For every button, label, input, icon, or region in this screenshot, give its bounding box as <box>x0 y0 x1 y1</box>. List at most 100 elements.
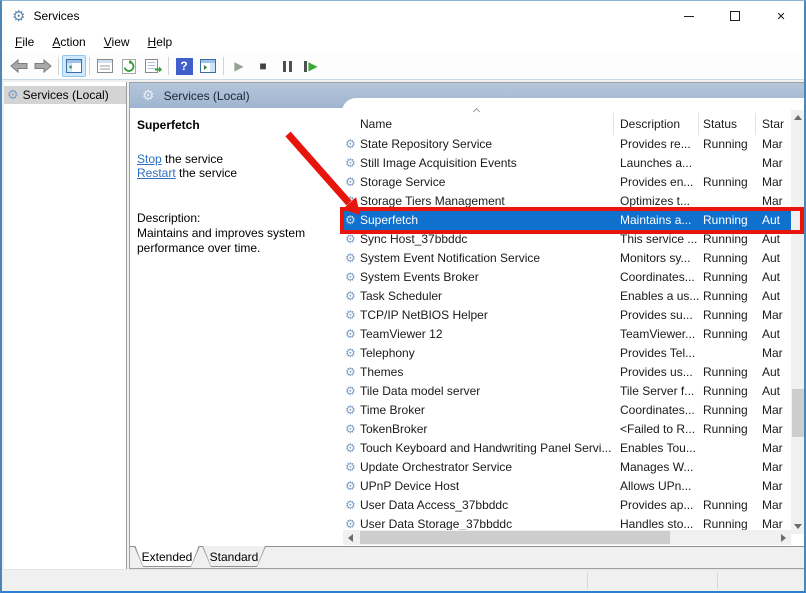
service-row[interactable]: ⚙ TeamViewer 12 TeamViewer... Running Au… <box>343 325 791 344</box>
scroll-right-icon <box>781 534 786 542</box>
service-startup-cell: Mar <box>762 460 783 474</box>
column-separator[interactable] <box>613 113 614 135</box>
pause-service-button[interactable] <box>275 55 299 77</box>
column-header-startup-type[interactable]: Star <box>762 117 784 131</box>
status-bar-divider <box>717 573 718 589</box>
tree-item-services-local[interactable]: ⚙ Services (Local) <box>4 86 126 104</box>
export-list-icon <box>145 59 162 73</box>
service-name-cell: Themes <box>360 365 403 379</box>
tab-extended[interactable]: Extended <box>134 546 200 567</box>
service-row[interactable]: ⚙ Time Broker Coordinates... Running Mar <box>343 401 791 420</box>
service-row[interactable]: ⚙ Storage Service Provides en... Running… <box>343 173 791 192</box>
start-service-button[interactable]: ▶ <box>227 55 251 77</box>
service-row[interactable]: ⚙ Superfetch Maintains a... Running Aut <box>343 211 791 230</box>
horizontal-scrollbar[interactable] <box>343 530 791 545</box>
service-name-cell: Superfetch <box>360 213 418 227</box>
service-description: Description: Maintains and improves syst… <box>137 211 327 256</box>
service-startup-cell: Aut <box>762 232 780 246</box>
service-rows: ⚙ State Repository Service Provides re..… <box>343 135 791 534</box>
stop-service-link[interactable]: Stop <box>137 152 162 166</box>
service-startup-cell: Mar <box>762 479 783 493</box>
show-console-tree-button[interactable] <box>62 55 86 77</box>
close-button[interactable]: × <box>758 1 804 31</box>
console-tree-panel: ⚙ Services (Local) <box>4 82 127 569</box>
service-description-cell: Provides re... <box>620 137 691 151</box>
column-header-description[interactable]: Description <box>620 117 680 131</box>
stop-service-icon: ■ <box>259 59 266 73</box>
service-status-cell: Running <box>703 251 748 265</box>
service-row[interactable]: ⚙ System Events Broker Coordinates... Ru… <box>343 268 791 287</box>
service-gear-icon: ⚙ <box>345 270 356 284</box>
service-gear-icon: ⚙ <box>345 289 356 303</box>
menu-item[interactable]: Action <box>43 32 94 52</box>
service-row[interactable]: ⚙ TCP/IP NetBIOS Helper Provides su... R… <box>343 306 791 325</box>
maximize-button[interactable] <box>712 1 758 31</box>
service-name-cell: Task Scheduler <box>360 289 442 303</box>
service-description-cell: TeamViewer... <box>620 327 695 341</box>
service-gear-icon: ⚙ <box>345 308 356 322</box>
sort-ascending-icon <box>474 109 481 116</box>
help-button[interactable]: ? <box>172 55 196 77</box>
restart-service-link[interactable]: Restart <box>137 166 176 180</box>
menu-bar: FileActionViewHelp <box>2 31 804 53</box>
service-row[interactable]: ⚙ Update Orchestrator Service Manages W.… <box>343 458 791 477</box>
show-action-pane-button[interactable] <box>196 55 220 77</box>
service-row[interactable]: ⚙ Storage Tiers Management Optimizes t..… <box>343 192 791 211</box>
service-status-cell: Running <box>703 270 748 284</box>
service-row[interactable]: ⚙ Themes Provides us... Running Aut <box>343 363 791 382</box>
service-name-cell: TeamViewer 12 <box>360 327 443 341</box>
stop-service-button[interactable]: ■ <box>251 55 275 77</box>
service-description-cell: Maintains a... <box>620 213 691 227</box>
scroll-up-button[interactable] <box>791 110 805 125</box>
selected-service-name: Superfetch <box>137 118 200 132</box>
service-gear-icon: ⚙ <box>345 403 356 417</box>
refresh-button[interactable] <box>117 55 141 77</box>
export-list-button[interactable] <box>141 55 165 77</box>
properties-button[interactable] <box>93 55 117 77</box>
service-row[interactable]: ⚙ TokenBroker <Failed to R... Running Ma… <box>343 420 791 439</box>
service-gear-icon: ⚙ <box>345 384 356 398</box>
service-status-cell: Running <box>703 327 748 341</box>
scroll-down-button[interactable] <box>791 519 805 534</box>
service-row[interactable]: ⚙ Sync Host_37bbddc This service ... Run… <box>343 230 791 249</box>
menu-item[interactable]: View <box>95 32 139 52</box>
service-description-cell: Coordinates... <box>620 403 695 417</box>
service-row[interactable]: ⚙ Tile Data model server Tile Server f..… <box>343 382 791 401</box>
forward-button[interactable] <box>31 55 55 77</box>
service-gear-icon: ⚙ <box>345 232 356 246</box>
service-row[interactable]: ⚙ Touch Keyboard and Handwriting Panel S… <box>343 439 791 458</box>
column-header-status[interactable]: Status <box>703 117 737 131</box>
service-row[interactable]: ⚙ Telephony Provides Tel... Mar <box>343 344 791 363</box>
app-gear-icon: ⚙ <box>12 7 25 25</box>
horizontal-scroll-thumb[interactable] <box>360 531 670 544</box>
scroll-left-button[interactable] <box>343 530 358 545</box>
service-description-cell: Manages W... <box>620 460 693 474</box>
service-startup-cell: Mar <box>762 346 783 360</box>
main-panel: ⚙ Services (Local) Superfetch Stop the s… <box>129 82 806 569</box>
service-gear-icon: ⚙ <box>345 479 356 493</box>
service-row[interactable]: ⚙ Task Scheduler Enables a us... Running… <box>343 287 791 306</box>
window-controls: × <box>666 1 804 31</box>
column-separator[interactable] <box>698 113 699 135</box>
service-row[interactable]: ⚙ State Repository Service Provides re..… <box>343 135 791 154</box>
menu-item[interactable]: File <box>6 32 43 52</box>
service-row[interactable]: ⚙ UPnP Device Host Allows UPn... Mar <box>343 477 791 496</box>
service-row[interactable]: ⚙ System Event Notification Service Moni… <box>343 249 791 268</box>
restart-service-button[interactable]: ▶ <box>299 55 323 77</box>
service-row[interactable]: ⚙ User Data Access_37bbddc Provides ap..… <box>343 496 791 515</box>
column-separator[interactable] <box>755 113 756 135</box>
column-header-name[interactable]: Name <box>360 117 392 131</box>
back-button[interactable] <box>7 55 31 77</box>
scroll-right-button[interactable] <box>776 530 791 545</box>
tab-standard[interactable]: Standard <box>202 546 266 567</box>
minimize-button[interactable] <box>666 1 712 31</box>
service-status-cell: Running <box>703 232 748 246</box>
vertical-scroll-thumb[interactable] <box>792 389 804 437</box>
service-description-cell: Tile Server f... <box>620 384 694 398</box>
scroll-up-icon <box>794 115 802 120</box>
service-row[interactable]: ⚙ Still Image Acquisition Events Launche… <box>343 154 791 173</box>
menu-item[interactable]: Help <box>139 32 182 52</box>
service-gear-icon: ⚙ <box>345 137 356 151</box>
vertical-scrollbar[interactable] <box>791 110 805 534</box>
service-gear-icon: ⚙ <box>345 365 356 379</box>
